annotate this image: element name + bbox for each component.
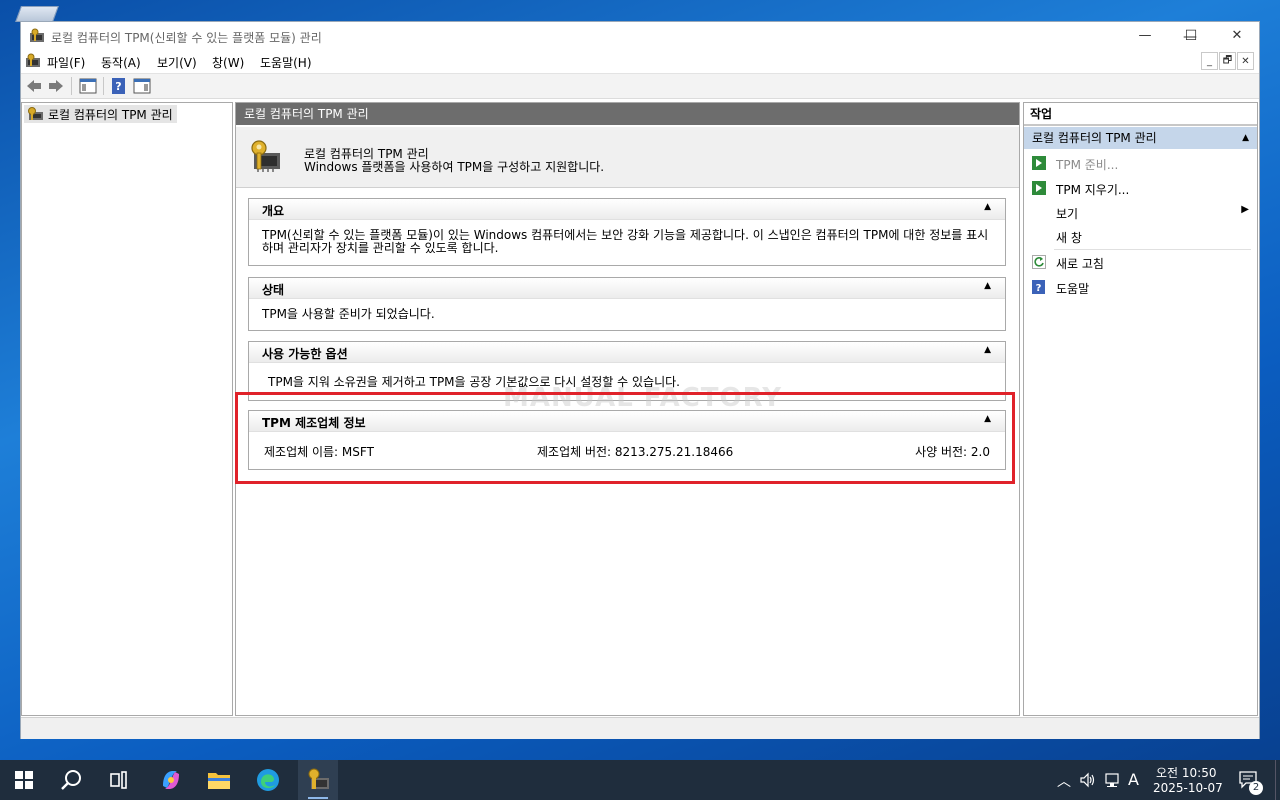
status-header[interactable]: 상태 ▲ [249, 278, 1005, 299]
run-action-icon [1032, 181, 1046, 195]
collapse-arrow-icon[interactable]: ▲ [984, 202, 991, 212]
task-view-icon[interactable] [109, 770, 129, 790]
collapse-arrow-icon[interactable]: ▲ [984, 345, 991, 355]
intro-description: Windows 플랫폼을 사용하여 TPM을 구성하고 지원합니다. [304, 160, 605, 174]
options-header[interactable]: 사용 가능한 옵션 ▲ [249, 342, 1005, 363]
action-label: TPM 지우기... [1056, 183, 1130, 197]
minimize-glyph-icon: — [1138, 28, 1152, 43]
collapse-arrow-icon[interactable]: ▲ [1242, 127, 1249, 149]
highlight-box [235, 392, 1015, 484]
close-button[interactable]: ✕ [1214, 21, 1260, 50]
intro-banner: 로컬 컴퓨터의 TPM 관리 Windows 플랫폼을 사용하여 TPM을 구성… [236, 127, 1019, 188]
menu-window[interactable]: 창(W) [212, 54, 244, 71]
tpm-taskbar-icon [308, 768, 329, 789]
windows-start-icon[interactable] [15, 771, 33, 789]
copilot-icon[interactable] [159, 768, 183, 792]
action-new-window[interactable]: 새 창 [1024, 225, 1257, 247]
menu-view[interactable]: 보기(V) [157, 54, 197, 71]
show-hide-action-pane-icon[interactable] [133, 78, 151, 94]
edge-browser-icon[interactable] [256, 768, 280, 792]
tpm-large-icon [251, 140, 280, 172]
tree-item-label: 로컬 컴퓨터의 TPM 관리 [48, 107, 173, 122]
help-icon: ? [1032, 280, 1045, 294]
divider [1054, 249, 1251, 250]
show-hidden-icons-chevron-icon[interactable]: ︿ [1057, 771, 1071, 791]
show-hide-console-tree-icon[interactable] [79, 78, 97, 94]
mdi-minimize-icon: _ [1207, 55, 1212, 67]
console-tree: 로컬 컴퓨터의 TPM 관리 [21, 102, 233, 716]
active-app-tile[interactable] [298, 760, 338, 800]
action-label: 새로 고침 [1056, 257, 1104, 271]
clock-time[interactable]: 오전 10:50 [1156, 764, 1216, 781]
status-section: 상태 ▲ TPM을 사용할 준비가 되었습니다. [248, 277, 1006, 331]
overview-title: 개요 [262, 204, 285, 218]
menu-file[interactable]: 파일(F) [47, 54, 85, 71]
toolbar: ? [21, 73, 1259, 99]
file-explorer-icon[interactable] [207, 769, 231, 791]
active-indicator [308, 797, 328, 799]
status-text: TPM을 사용할 준비가 되었습니다. [262, 307, 435, 321]
action-tpm-clear[interactable]: TPM 지우기... [1024, 177, 1257, 199]
actions-group-header[interactable]: 로컬 컴퓨터의 TPM 관리 ▲ [1024, 127, 1257, 149]
desktop-icon[interactable] [15, 6, 59, 22]
actions-header: 작업 [1024, 103, 1257, 126]
overview-section: 개요 ▲ TPM(신뢰할 수 있는 플랫폼 모듈)이 있는 Windows 컴퓨… [248, 198, 1006, 266]
maximize-button[interactable]: ☐ [1168, 21, 1214, 50]
tpm-app-icon [30, 28, 44, 42]
collapse-arrow-icon[interactable]: ▲ [984, 281, 991, 291]
taskbar: ︿ A 오전 10:50 2025-10-07 2 [0, 760, 1280, 800]
result-pane-header: 로컬 컴퓨터의 TPM 관리 [236, 103, 1019, 125]
action-label: 도움말 [1056, 282, 1090, 296]
actions-pane: 작업 로컬 컴퓨터의 TPM 관리 ▲ TPM 준비... TPM 지우기...… [1023, 102, 1258, 716]
overview-header[interactable]: 개요 ▲ [249, 199, 1005, 220]
mdi-close-icon: ✕ [1241, 55, 1250, 67]
close-icon: ✕ [1231, 28, 1243, 43]
action-label: TPM 준비... [1056, 158, 1119, 172]
help-icon[interactable]: ? [111, 78, 127, 94]
mdi-restore-icon: 🗗 [1222, 54, 1233, 66]
tpm-tree-icon [28, 107, 43, 120]
network-icon[interactable] [1104, 772, 1122, 788]
mdi-minimize-button[interactable]: _ [1201, 52, 1218, 70]
mdi-close-button[interactable]: ✕ [1237, 52, 1254, 70]
menu-help[interactable]: 도움말(H) [260, 54, 312, 71]
window-title: 로컬 컴퓨터의 TPM(신뢰할 수 있는 플랫폼 모듈) 관리 [51, 31, 322, 45]
action-view[interactable]: 보기 ▶ [1024, 201, 1257, 223]
submenu-arrow-icon: ▶ [1241, 204, 1249, 215]
action-label: 보기 [1056, 207, 1079, 221]
mdi-restore-button[interactable]: 🗗 [1219, 52, 1236, 70]
volume-icon[interactable] [1079, 772, 1097, 788]
ime-indicator[interactable]: A [1128, 770, 1139, 789]
search-icon[interactable] [61, 769, 83, 791]
menu-action[interactable]: 동작(A) [101, 54, 141, 71]
maximize-icon: ☐ [1184, 27, 1198, 44]
notification-badge: 2 [1249, 781, 1263, 795]
action-help[interactable]: ? 도움말 [1024, 276, 1257, 298]
action-refresh[interactable]: 새로 고침 [1024, 251, 1257, 273]
action-label: 새 창 [1056, 231, 1082, 245]
refresh-icon [1032, 255, 1046, 269]
minimize-btn[interactable]: — [1122, 21, 1168, 50]
title-bar: 로컬 컴퓨터의 TPM(신뢰할 수 있는 플랫폼 모듈) 관리 — [21, 22, 1259, 51]
menu-bar: 파일(F) 동작(A) 보기(V) 창(W) 도움말(H) [21, 50, 1259, 72]
tpm-menu-icon [26, 53, 40, 67]
tree-item-tpm[interactable]: 로컬 컴퓨터의 TPM 관리 [24, 105, 177, 123]
svg-text:?: ? [1036, 283, 1042, 294]
show-desktop-button[interactable] [1275, 760, 1280, 800]
back-arrow-icon[interactable] [25, 78, 43, 94]
overview-text: TPM(신뢰할 수 있는 플랫폼 모듈)이 있는 Windows 컴퓨터에서는 … [262, 228, 989, 255]
forward-arrow-icon[interactable] [47, 78, 65, 94]
run-action-icon [1032, 156, 1046, 170]
svg-text:?: ? [115, 80, 121, 93]
status-title: 상태 [262, 283, 285, 297]
clock-date[interactable]: 2025-10-07 [1153, 781, 1223, 795]
options-title: 사용 가능한 옵션 [262, 347, 348, 361]
actions-group-label: 로컬 컴퓨터의 TPM 관리 [1032, 131, 1157, 145]
action-tpm-prepare[interactable]: TPM 준비... [1024, 152, 1257, 174]
status-bar [21, 717, 1259, 739]
